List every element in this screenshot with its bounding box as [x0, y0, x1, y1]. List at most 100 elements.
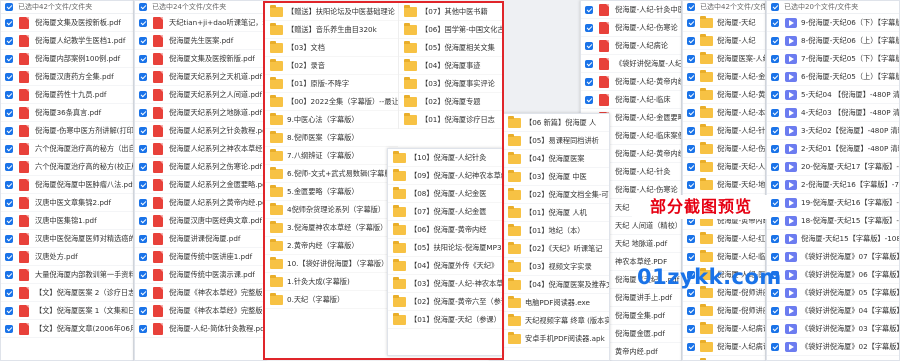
- row-checkbox[interactable]: [139, 181, 147, 189]
- folder-row[interactable]: 安卓手机PDF阅读器.apk: [491, 330, 609, 348]
- row-checkbox[interactable]: [5, 325, 13, 333]
- folder-row[interactable]: 【赠送】音乐养生曲目320k: [265, 21, 398, 39]
- pdf-file-row[interactable]: 倪海厦人纪系列之针灸教程.pdf: [135, 122, 265, 140]
- row-checkbox[interactable]: [139, 163, 147, 171]
- pdf-file-row[interactable]: 汉唐处方.pdf: [1, 248, 133, 266]
- row-checkbox[interactable]: [687, 235, 695, 243]
- row-checkbox[interactable]: [771, 181, 779, 189]
- pdf-file-row[interactable]: 【文】倪海厦文章(2006年06月01日): [1, 320, 133, 338]
- row-checkbox[interactable]: [139, 217, 147, 225]
- folder-row[interactable]: 8.倪师医案（字幕版）: [265, 129, 398, 147]
- row-checkbox[interactable]: [5, 163, 13, 171]
- row-checkbox[interactable]: [771, 145, 779, 153]
- video-file-row[interactable]: 5-天纪04 【倪海厦】-480P 清晰-AVC.mp4: [767, 86, 899, 104]
- folder-row[interactable]: 【03】倪海厦事实评论: [399, 75, 502, 93]
- folder-row[interactable]: 【03】文档: [265, 39, 398, 57]
- video-file-row[interactable]: 7-倪海厦-天纪05（下）【字幕版】-720P: [767, 50, 899, 68]
- folder-row[interactable]: 5.金匮要略（字幕版）: [265, 183, 398, 201]
- row-checkbox[interactable]: [687, 145, 695, 153]
- pdf-file-row[interactable]: 倪海厦汉唐药方全集.pdf: [1, 68, 133, 86]
- video-file-row[interactable]: 《袋好讲倪海厦》06【字幕版】_玩道.flv: [767, 266, 899, 284]
- folder-row[interactable]: 倪海厦-人纪-金匮: [683, 68, 765, 86]
- row-checkbox[interactable]: [5, 19, 13, 27]
- video-file-row[interactable]: 2-天纪01【倪海厦】-480P 清晰-AVC.mp4: [767, 140, 899, 158]
- video-file-row[interactable]: 《袋好讲倪海厦》04【字幕版】_玩道.flv: [767, 302, 899, 320]
- row-checkbox[interactable]: [771, 91, 779, 99]
- row-checkbox[interactable]: [5, 271, 13, 279]
- folder-row[interactable]: 倪海厦-人纪病论: [683, 338, 765, 356]
- row-checkbox[interactable]: [5, 235, 13, 243]
- folder-row[interactable]: 【01】倪海厦-天纪（参课）: [388, 311, 502, 329]
- row-checkbox[interactable]: [687, 109, 695, 117]
- folder-row[interactable]: 【01】倪海厦 人机: [491, 204, 609, 222]
- folder-row[interactable]: 【01】地纪（本）: [491, 222, 609, 240]
- row-checkbox[interactable]: [139, 55, 147, 63]
- pdf-file-row[interactable]: 倪海厦人纪系列之神农本草经.pdf: [135, 140, 265, 158]
- pdf-file-row[interactable]: 大量倪海厦内部教训第一手资料有用药方: [1, 266, 133, 284]
- pdf-file-row[interactable]: 倪海厦传统中医讲座1.pdf: [135, 248, 265, 266]
- row-checkbox[interactable]: [139, 307, 147, 315]
- video-file-row[interactable]: 20-倪海厦-天纪17【字幕版】-720P: [767, 158, 899, 176]
- folder-row[interactable]: 倪海厦-人纪-针灸: [683, 122, 765, 140]
- folder-row[interactable]: 【04】倪海厦医案: [491, 150, 609, 168]
- folder-row[interactable]: 【04】倪海厦外传《天纪》: [388, 257, 502, 275]
- folder-row[interactable]: 【02】倪海厦-黄帝六至（参课）: [388, 293, 502, 311]
- folder-row[interactable]: 7.八纲辨证（字幕版）: [265, 147, 398, 165]
- video-file-row[interactable]: 《袋好讲倪海厦》03【字幕版】_玩道.flv: [767, 320, 899, 338]
- select-all-checkbox[interactable]: [687, 3, 695, 11]
- pdf-file-row[interactable]: 汉唐中医倪海厦医师对精选癌的分析及其: [1, 230, 133, 248]
- folder-row[interactable]: 【09】倪海厦-人纪神农本草经: [388, 167, 502, 185]
- row-checkbox[interactable]: [771, 55, 779, 63]
- video-file-row[interactable]: 3-天纪02【倪海厦】-480P 清晰-AVC.mp4: [767, 122, 899, 140]
- row-checkbox[interactable]: [585, 42, 593, 50]
- row-checkbox[interactable]: [5, 73, 13, 81]
- row-checkbox[interactable]: [585, 60, 593, 68]
- pdf-file-row[interactable]: 天纪tian+ji+dao听课笔记，精彩绝伦.pdf: [135, 14, 265, 32]
- pdf-file-row[interactable]: 【文】倪海厦医案 2（诊疗日志）日志: [1, 284, 133, 302]
- row-checkbox[interactable]: [5, 127, 13, 135]
- row-checkbox[interactable]: [5, 289, 13, 297]
- row-checkbox[interactable]: [139, 253, 147, 261]
- pdf-file-row[interactable]: 倪海厦人纪系列之伤寒论.pdf: [135, 158, 265, 176]
- video-file-row[interactable]: 8-倪海厦-天纪06（上）【字幕版】-720P: [767, 32, 899, 50]
- pdf-file-row[interactable]: 倪海厦-伤寒中医方剂讲解(打印版).pdf: [1, 122, 133, 140]
- folder-row[interactable]: 天纪视频字幕 终章 (版本实际 数据: [491, 312, 609, 330]
- folder-row[interactable]: 倪海厦-人纪-本草: [683, 104, 765, 122]
- row-checkbox[interactable]: [687, 307, 695, 315]
- folder-row[interactable]: 【02】《天纪》听课笔记: [491, 240, 609, 258]
- folder-row[interactable]: 倪海厦-人纪-伤寒: [683, 140, 765, 158]
- folder-row[interactable]: 【05】倪海厦相关文集: [399, 39, 502, 57]
- row-checkbox[interactable]: [687, 37, 695, 45]
- folder-row[interactable]: 10.【袋好讲倪海厦】（字幕版）: [265, 255, 398, 273]
- folder-row[interactable]: 6.倪师-文式+武式易数辑(字幕版): [265, 165, 398, 183]
- pdf-file-row[interactable]: 《袋好讲倪海厦-人纪》: [581, 55, 681, 73]
- row-checkbox[interactable]: [771, 307, 779, 315]
- pdf-file-row[interactable]: 倪海厦人纪教学生医档1.pdf: [1, 32, 133, 50]
- row-checkbox[interactable]: [139, 199, 147, 207]
- video-file-row[interactable]: 6-倪海厦-天纪05（上）【字幕版】-720P: [767, 68, 899, 86]
- folder-row[interactable]: 【05】扶阳论坛-倪海厦MP3: [388, 239, 502, 257]
- pdf-file-row[interactable]: 倪海厦《神农本草经》完整版----可直接打印: [135, 302, 265, 320]
- row-checkbox[interactable]: [5, 109, 13, 117]
- folder-row[interactable]: 【02】录音: [265, 57, 398, 75]
- row-checkbox[interactable]: [139, 127, 147, 135]
- row-checkbox[interactable]: [687, 73, 695, 81]
- folder-row[interactable]: 【02】倪海厦专题: [399, 93, 502, 111]
- folder-row[interactable]: 【00】2022全集（字幕版）--最让个就够了: [265, 93, 398, 111]
- row-checkbox[interactable]: [687, 55, 695, 63]
- pdf-file-row[interactable]: 汉唐中医文章集锦2.pdf: [1, 194, 133, 212]
- folder-row[interactable]: 9.中医心法（字幕版）: [265, 111, 398, 129]
- folder-row[interactable]: 电脑PDF阅读器.exe: [491, 294, 609, 312]
- pdf-file-row[interactable]: 倪海厦36条真言.pdf: [1, 104, 133, 122]
- row-checkbox[interactable]: [5, 307, 13, 315]
- folder-row[interactable]: 【06 新篇】倪海厦 人: [491, 114, 609, 132]
- video-file-row[interactable]: 倪海厦-天纪15【字幕版】-1080P: [767, 230, 899, 248]
- row-checkbox[interactable]: [5, 37, 13, 45]
- folder-row[interactable]: 倪海厦医案-人纪: [683, 50, 765, 68]
- folder-row[interactable]: 【03】倪海厦 中医: [491, 168, 609, 186]
- folder-row[interactable]: 【03】倪海厦-人纪-神农本草经: [388, 275, 502, 293]
- pdf-file-row[interactable]: 倪海厦天纪系列之天机道.pdf: [135, 68, 265, 86]
- select-all-checkbox[interactable]: [139, 3, 147, 11]
- folder-row[interactable]: 【06】倪海厦-黄帝内经: [388, 221, 502, 239]
- row-checkbox[interactable]: [139, 37, 147, 45]
